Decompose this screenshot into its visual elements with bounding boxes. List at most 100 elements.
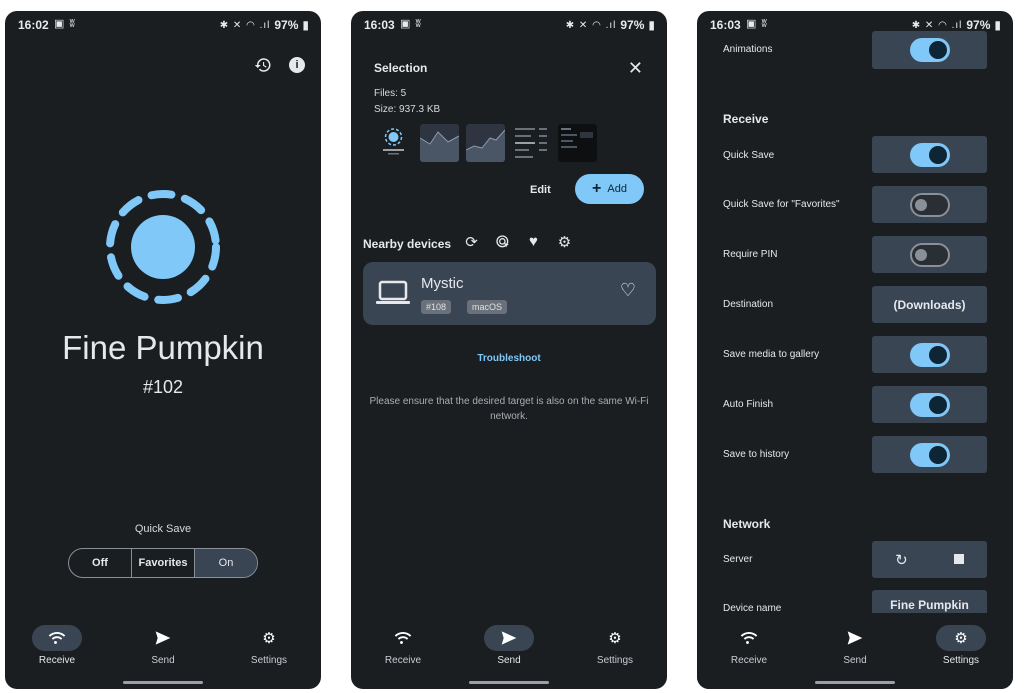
destination-label: Destination [723,299,774,310]
nav-receive[interactable]: Receive [709,625,789,666]
info-icon: i [289,57,305,73]
quick-save-on-button[interactable]: On [194,549,257,577]
nav-receive-label: Receive [384,655,422,666]
thumbnail-5[interactable] [558,124,597,162]
animations-toggle[interactable] [909,38,950,62]
send-icon [484,625,534,651]
favorite-heart-icon[interactable]: ♡ [620,280,636,301]
auto-finish-setting [872,386,987,423]
nav-send-label: Send [497,655,521,666]
receive-section-title: Receive [723,112,769,126]
selection-thumbnails [374,124,597,162]
notification-icons: ▣ ʬ [746,18,768,30]
thumbnail-2[interactable] [420,124,459,162]
restart-icon[interactable]: ↻ [895,551,908,569]
receive-screen: 16:02 ▣ ʬ ✱ ✕ ◠ .ıl 97% ▮ i Fine Pumpkin… [5,11,321,689]
heart-icon[interactable]: ♥ [525,233,542,250]
nav-receive[interactable]: Receive [363,625,443,666]
status-bar: 16:03 ▣ ʬ ✱ ✕ ◠ .ıl 97% ▮ [351,11,667,39]
quick-save-favorites-toggle[interactable] [909,192,950,217]
troubleshoot-link[interactable]: Troubleshoot [351,353,667,364]
gear-icon: ⚙ [936,625,986,651]
plus-icon: + [592,180,602,197]
files-size: Size: 937.3 KB [374,104,441,115]
auto-finish-toggle[interactable] [909,392,950,417]
quick-save-selector: Off Favorites On [68,548,258,578]
quick-save-label: Quick Save [134,523,192,535]
quick-save-toggle[interactable] [909,142,950,167]
nav-settings-label: Settings [596,655,634,666]
close-icon[interactable]: ✕ [628,58,643,79]
status-time: 16:02 [18,18,49,32]
device-name-value: Fine Pumpkin [890,598,969,612]
animations-label: Animations [723,44,773,55]
status-time: 16:03 [364,18,395,32]
quick-save-label: Quick Save [723,150,775,161]
bottom-navigation: Receive Send ⚙ Settings [697,613,1013,689]
require-pin-toggle[interactable] [909,242,950,267]
add-button[interactable]: + Add [575,174,644,204]
nav-settings-label: Settings [250,655,288,666]
device-card-name: Mystic [421,275,464,292]
network-section-title: Network [723,517,771,531]
gear-icon: ⚙ [608,630,622,647]
info-button[interactable]: i [287,55,307,75]
notification-icons: ▣ ʬ [400,18,422,30]
stop-icon[interactable] [953,551,964,569]
gear-icon[interactable]: ⚙ [556,233,573,251]
destination-button[interactable]: (Downloads) [872,286,987,323]
server-label: Server [723,554,753,565]
device-name: Fine Pumpkin [62,329,264,366]
edit-button[interactable]: Edit [530,184,551,196]
system-icons: ✱ ✕ ◠ .ıl [219,19,271,31]
nav-receive-label: Receive [38,655,76,666]
quick-save-setting [872,136,987,173]
notification-icons: ▣ ʬ [54,18,76,30]
nav-send[interactable]: Send [123,625,203,666]
nav-settings[interactable]: ⚙ Settings [229,625,309,666]
device-os-badge: macOS [467,300,508,314]
thumbnail-4[interactable] [512,124,551,162]
nav-settings-label: Settings [942,655,980,666]
nav-settings[interactable]: ⚙ Settings [921,625,1001,666]
battery-level: 97% [966,18,991,32]
save-history-setting [872,436,987,473]
status-time: 16:03 [710,18,741,32]
quick-save-favorites-setting [872,186,987,223]
wifi-icon [378,625,428,651]
thumbnail-1[interactable] [374,124,413,162]
save-history-toggle[interactable] [909,442,950,467]
nav-receive[interactable]: Receive [17,625,97,666]
require-pin-setting [872,236,987,273]
files-count: Files: 5 [374,88,407,99]
network-hint: Please ensure that the desired target is… [369,396,649,422]
nav-send[interactable]: Send [469,625,549,666]
wifi-icon [32,625,82,651]
gesture-handle [469,681,549,684]
laptop-icon [375,280,411,311]
battery-level: 97% [274,18,299,32]
history-icon[interactable] [253,55,273,75]
refresh-icon[interactable]: ⟳ [463,233,480,251]
save-media-toggle[interactable] [909,342,950,367]
quick-save-favorites-button[interactable]: Favorites [131,549,194,577]
device-number: #102 [142,377,184,397]
auto-finish-label: Auto Finish [723,399,774,410]
battery-icon: ▮ [302,18,309,32]
quick-save-off-button[interactable]: Off [69,549,131,577]
battery-icon: ▮ [994,18,1001,32]
bottom-navigation: Receive Send ⚙ Settings [351,613,667,689]
device-card[interactable]: Mystic #108 macOS ♡ [363,262,656,325]
settings-screen: 16:03 ▣ ʬ ✱ ✕ ◠ .ıl 97% ▮ Animations Rec… [697,11,1013,689]
gear-icon: ⚙ [262,630,276,647]
add-label: Add [607,183,627,195]
gesture-handle [815,681,895,684]
thumbnail-3[interactable] [466,124,505,162]
app-logo [103,187,223,312]
device-number-badge: #108 [421,300,452,314]
manual-target-icon[interactable] [494,233,511,250]
server-controls: ↻ [872,541,987,578]
nav-settings[interactable]: ⚙ Settings [575,625,655,666]
system-icons: ✱ ✕ ◠ .ıl [565,19,617,31]
nav-send[interactable]: Send [815,625,895,666]
